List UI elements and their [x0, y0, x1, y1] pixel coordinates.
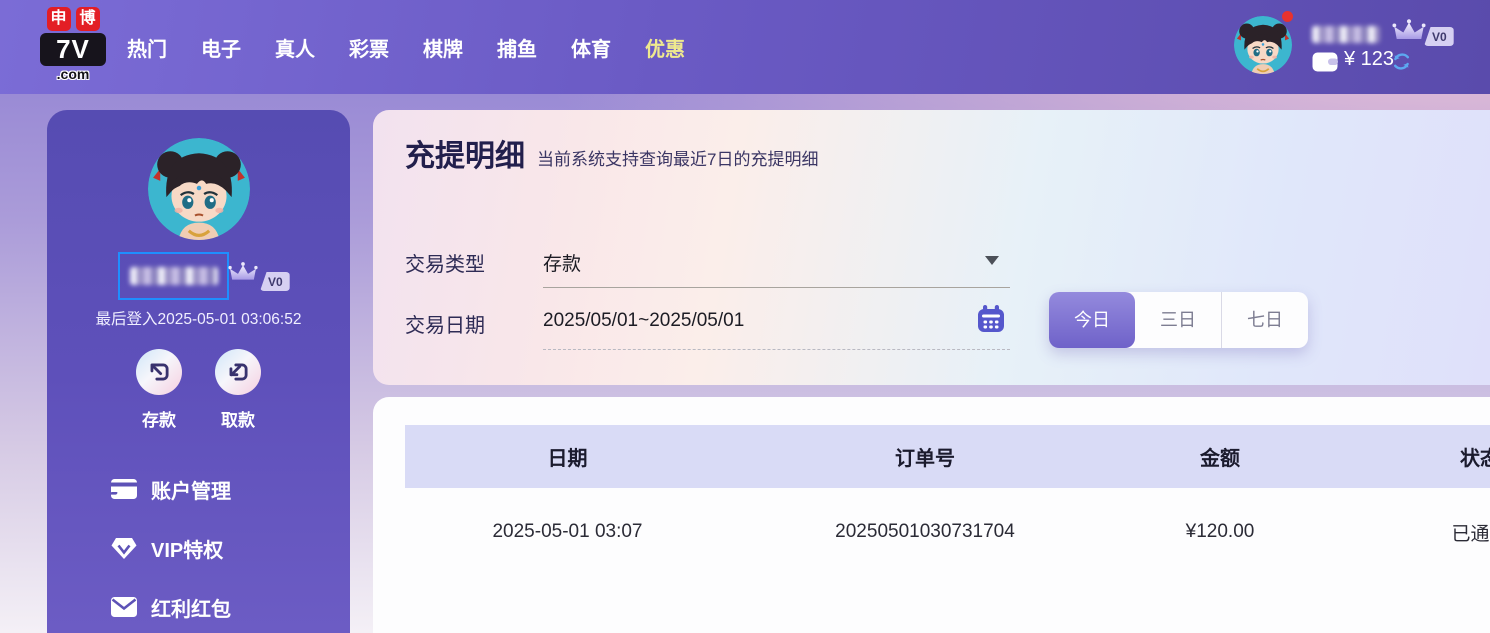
column-header-date: 日期 [547, 448, 588, 470]
column-header-order: 订单号 [895, 448, 955, 470]
column-header-status: 状态 [1460, 448, 1490, 470]
profile-avatar [148, 138, 250, 240]
nav-item-promotions[interactable]: 优惠 [645, 33, 685, 62]
username-blurred [1312, 26, 1380, 43]
vip-level-badge: V0 [1424, 27, 1454, 46]
logo-tld: .com [56, 66, 90, 82]
profile-username-blurred [129, 267, 218, 285]
withdraw-label: 取款 [221, 411, 255, 430]
records-table: 日期 订单号 金额 状态 2025-05-01 03:07 2025050103… [405, 425, 1490, 576]
nav-item-sports[interactable]: 体育 [571, 33, 611, 62]
nav-item-lottery[interactable]: 彩票 [349, 33, 389, 62]
date-underline [543, 349, 1010, 350]
table-row: 2025-05-01 03:07 20250501030731704 ¥120.… [405, 488, 1490, 576]
user-avatar[interactable] [1234, 16, 1292, 74]
deposit-label: 存款 [142, 411, 176, 430]
calendar-icon[interactable] [976, 304, 1006, 334]
sidebar-item-vip[interactable]: VIP特权 [47, 529, 350, 567]
cell-date: 2025-05-01 03:07 [492, 521, 643, 542]
withdraw-icon [215, 349, 261, 395]
wallet-icon [1312, 51, 1338, 72]
balance-amount: ¥ 123 [1344, 48, 1395, 70]
sidebar: V0 最后登入2025-05-01 03:06:52 存款 取款 账户管理 VI… [47, 110, 350, 633]
nav-item-fishing[interactable]: 捕鱼 [497, 33, 537, 62]
transaction-type-select[interactable]: 存款 [543, 249, 581, 276]
deposit-button[interactable]: 存款 [136, 349, 182, 431]
vip-level-badge: V0 [260, 272, 290, 291]
range-7days-button[interactable]: 七日 [1222, 292, 1308, 348]
transaction-date-input[interactable]: 2025/05/01~2025/05/01 [543, 310, 744, 332]
last-login-text: 最后登入2025-05-01 03:06:52 [95, 311, 302, 328]
logo-badge-left: 申 [46, 7, 71, 31]
bank-card-icon [111, 479, 137, 499]
column-header-amount: 金额 [1200, 448, 1240, 470]
cell-order-number: 20250501030731704 [835, 521, 1015, 542]
main-menu: 热门 电子 真人 彩票 棋牌 捕鱼 体育 优惠 [127, 0, 685, 94]
date-range-group: 今日 三日 七日 [1049, 292, 1308, 348]
title-row: 充提明细 当前系统支持查询最近7日的充提明细 [405, 140, 818, 174]
sidebar-item-account[interactable]: 账户管理 [47, 470, 350, 508]
range-today-button[interactable]: 今日 [1049, 292, 1135, 348]
vip-crown-icon [1392, 19, 1426, 44]
nav-item-hot[interactable]: 热门 [127, 33, 167, 62]
table-header: 日期 订单号 金额 状态 [405, 425, 1490, 488]
red-packet-icon [111, 597, 137, 617]
records-panel: 日期 订单号 金额 状态 2025-05-01 03:07 2025050103… [373, 397, 1490, 633]
vip-crown-icon [228, 262, 258, 284]
notification-dot [1282, 11, 1293, 22]
sidebar-item-bonus[interactable]: 红利红包 [47, 588, 350, 626]
sidebar-item-label: 账户管理 [151, 480, 231, 503]
transaction-type-label: 交易类型 [405, 254, 485, 276]
nav-item-live[interactable]: 真人 [275, 33, 315, 62]
logo-text: 7V [40, 33, 106, 66]
site-logo[interactable]: 申 博 7V .com [40, 7, 106, 82]
page-subtitle: 当前系统支持查询最近7日的充提明细 [537, 150, 819, 169]
refresh-balance-icon[interactable] [1392, 52, 1411, 71]
range-3days-button[interactable]: 三日 [1135, 292, 1222, 348]
sidebar-item-label: VIP特权 [151, 539, 224, 562]
nav-item-slots[interactable]: 电子 [201, 33, 241, 62]
logo-badge-right: 博 [75, 7, 100, 31]
cell-status: 已通过 [1451, 523, 1490, 545]
page-title: 充提明细 [405, 140, 525, 173]
filters-panel: 充提明细 当前系统支持查询最近7日的充提明细 交易类型 存款 交易日期 2025… [373, 110, 1490, 385]
sidebar-menu: 账户管理 VIP特权 红利红包 [47, 470, 350, 626]
withdraw-button[interactable]: 取款 [215, 349, 261, 431]
transaction-date-label: 交易日期 [405, 315, 485, 337]
top-nav-bar: 申 博 7V .com 热门 电子 真人 彩票 棋牌 捕鱼 体育 优惠 V0 ¥… [0, 0, 1490, 94]
deposit-icon [136, 349, 182, 395]
quick-actions: 存款 取款 [136, 349, 261, 431]
cell-amount: ¥120.00 [1185, 521, 1255, 542]
chevron-down-icon[interactable] [985, 256, 999, 265]
vip-gem-icon [111, 537, 137, 560]
sidebar-item-label: 红利红包 [151, 598, 231, 621]
profile-username-selection[interactable] [118, 252, 229, 300]
nav-item-cards[interactable]: 棋牌 [423, 33, 463, 62]
type-underline [543, 287, 1010, 288]
page: 申 博 7V .com 热门 电子 真人 彩票 棋牌 捕鱼 体育 优惠 V0 ¥… [0, 0, 1490, 633]
